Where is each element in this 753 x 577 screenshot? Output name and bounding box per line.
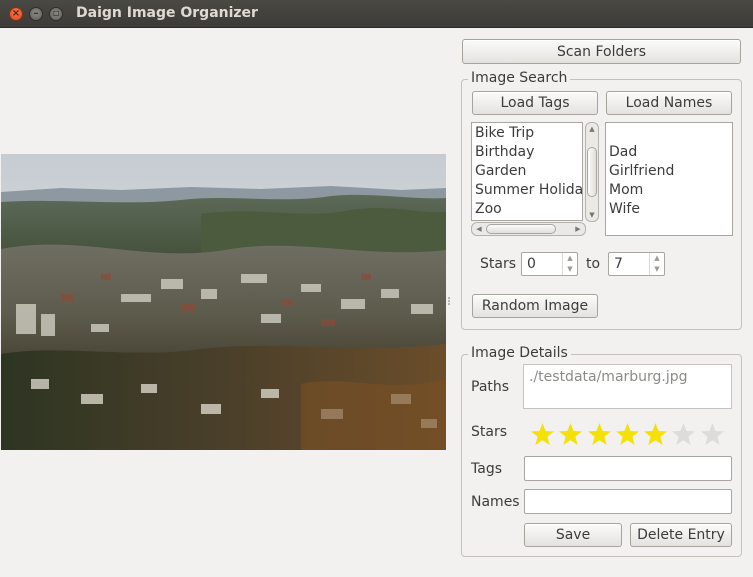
increment-icon[interactable]: ▲ [563, 253, 577, 264]
minimize-icon: – [33, 8, 39, 19]
search-stars-label: Stars [480, 256, 517, 272]
stars-from-spinbox[interactable]: 0 ▲ ▼ [521, 252, 578, 276]
minimize-window-button[interactable]: – [29, 7, 43, 21]
star-filled-icon[interactable] [587, 422, 612, 447]
scroll-left-icon[interactable]: ◀ [473, 223, 485, 235]
paths-field[interactable]: ./testdata/marburg.jpg [523, 364, 732, 409]
names-label: Names [471, 494, 520, 510]
image-preview [1, 154, 446, 450]
decrement-icon[interactable]: ▼ [563, 264, 577, 275]
list-item[interactable]: Girlfriend [606, 162, 732, 181]
image-details-title: Image Details [468, 345, 571, 361]
load-tags-button[interactable]: Load Tags [472, 91, 598, 115]
horizontal-scroll-thumb[interactable] [486, 224, 556, 234]
decrement-icon[interactable]: ▼ [650, 264, 664, 275]
increment-icon[interactable]: ▲ [650, 253, 664, 264]
scroll-down-icon[interactable]: ▼ [586, 209, 598, 221]
random-image-button[interactable]: Random Image [472, 294, 598, 318]
names-list[interactable]: Dad Girlfriend Mom Wife [605, 122, 733, 236]
image-search-title: Image Search [468, 70, 571, 86]
star-filled-icon[interactable] [643, 422, 668, 447]
star-filled-icon[interactable] [558, 422, 583, 447]
tags-vertical-scrollbar[interactable]: ▲ ▼ [585, 122, 599, 222]
maximize-icon: ▫ [52, 8, 60, 19]
tags-label: Tags [471, 461, 502, 477]
landscape-photo [1, 154, 446, 450]
stars-to-spinbox[interactable]: 7 ▲ ▼ [608, 252, 665, 276]
app-window: × – ▫ Daign Image Organizer Scan Folders… [0, 0, 753, 577]
list-item[interactable]: Birthday [472, 143, 582, 162]
load-names-button[interactable]: Load Names [606, 91, 732, 115]
vertical-scroll-thumb[interactable] [587, 147, 597, 197]
scan-folders-button[interactable]: Scan Folders [462, 39, 741, 64]
details-stars-label: Stars [471, 424, 508, 440]
tags-list[interactable]: Bike Trip Birthday Garden Summer Holiday… [471, 122, 583, 221]
paths-label: Paths [471, 379, 510, 395]
close-icon: × [11, 8, 21, 19]
title-bar: × – ▫ Daign Image Organizer [0, 0, 753, 28]
scroll-up-icon[interactable]: ▲ [586, 123, 598, 135]
stars-from-value: 0 [527, 256, 536, 272]
star-filled-icon[interactable] [530, 422, 555, 447]
star-empty-icon[interactable] [700, 422, 725, 447]
names-input[interactable] [524, 489, 732, 514]
star-filled-icon[interactable] [615, 422, 640, 447]
tags-input[interactable] [524, 456, 732, 481]
star-rating[interactable] [530, 422, 730, 448]
delete-entry-button[interactable]: Delete Entry [630, 523, 732, 547]
splitter-handle[interactable] [447, 296, 451, 308]
close-window-button[interactable]: × [9, 7, 23, 21]
list-item[interactable]: Bike Trip [472, 124, 582, 143]
save-button[interactable]: Save [524, 523, 622, 547]
maximize-window-button[interactable]: ▫ [49, 7, 63, 21]
tags-horizontal-scrollbar[interactable]: ◀ ▶ [471, 222, 586, 236]
window-title: Daign Image Organizer [76, 5, 258, 21]
stars-to-label: to [586, 256, 601, 272]
stars-from-arrows[interactable]: ▲ ▼ [562, 253, 577, 275]
stars-to-value: 7 [614, 256, 623, 272]
stars-to-arrows[interactable]: ▲ ▼ [649, 253, 664, 275]
list-item[interactable]: Wife [606, 200, 732, 219]
list-item[interactable]: Garden [472, 162, 582, 181]
list-item[interactable]: Mom [606, 181, 732, 200]
star-empty-icon[interactable] [671, 422, 696, 447]
list-item[interactable]: Summer Holiday [472, 181, 582, 200]
list-item[interactable]: Dad [606, 143, 732, 162]
list-item[interactable]: Zoo [472, 200, 582, 219]
scroll-right-icon[interactable]: ▶ [572, 223, 584, 235]
